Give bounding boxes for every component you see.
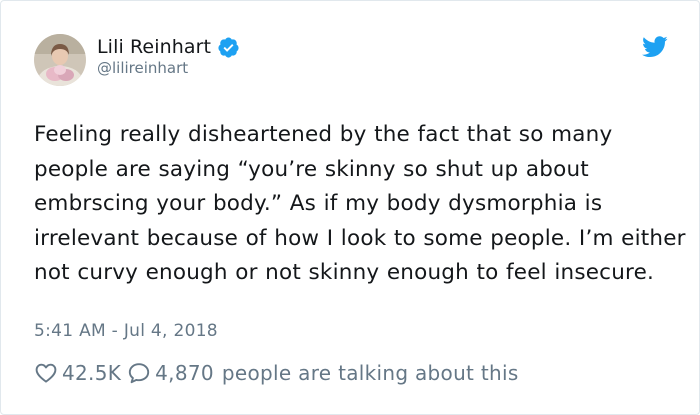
avatar[interactable] (34, 34, 86, 86)
heart-icon[interactable] (34, 361, 58, 385)
author-handle[interactable]: @lilireinhart (97, 59, 188, 77)
avatar-image (34, 34, 86, 86)
tweet-card: Lili Reinhart @lilireinhart Feeling real… (0, 0, 700, 415)
tweet-timestamp[interactable]: 5:41 AM - Jul 4, 2018 (34, 321, 218, 341)
tweet-text: Feeling really disheartened by the fact … (34, 122, 686, 285)
like-count[interactable]: 42.5K (62, 361, 121, 385)
talking-about-label[interactable]: people are talking about this (222, 361, 519, 385)
verified-badge-icon (217, 36, 240, 59)
speech-bubble-icon[interactable] (127, 361, 151, 385)
author-name-row: Lili Reinhart (97, 34, 240, 60)
twitter-bird-icon[interactable] (642, 36, 668, 58)
reply-count[interactable]: 4,870 (155, 361, 214, 385)
tweet-actions: 42.5K 4,870 people are talking about thi… (34, 359, 519, 387)
author-display-name[interactable]: Lili Reinhart (97, 36, 211, 58)
